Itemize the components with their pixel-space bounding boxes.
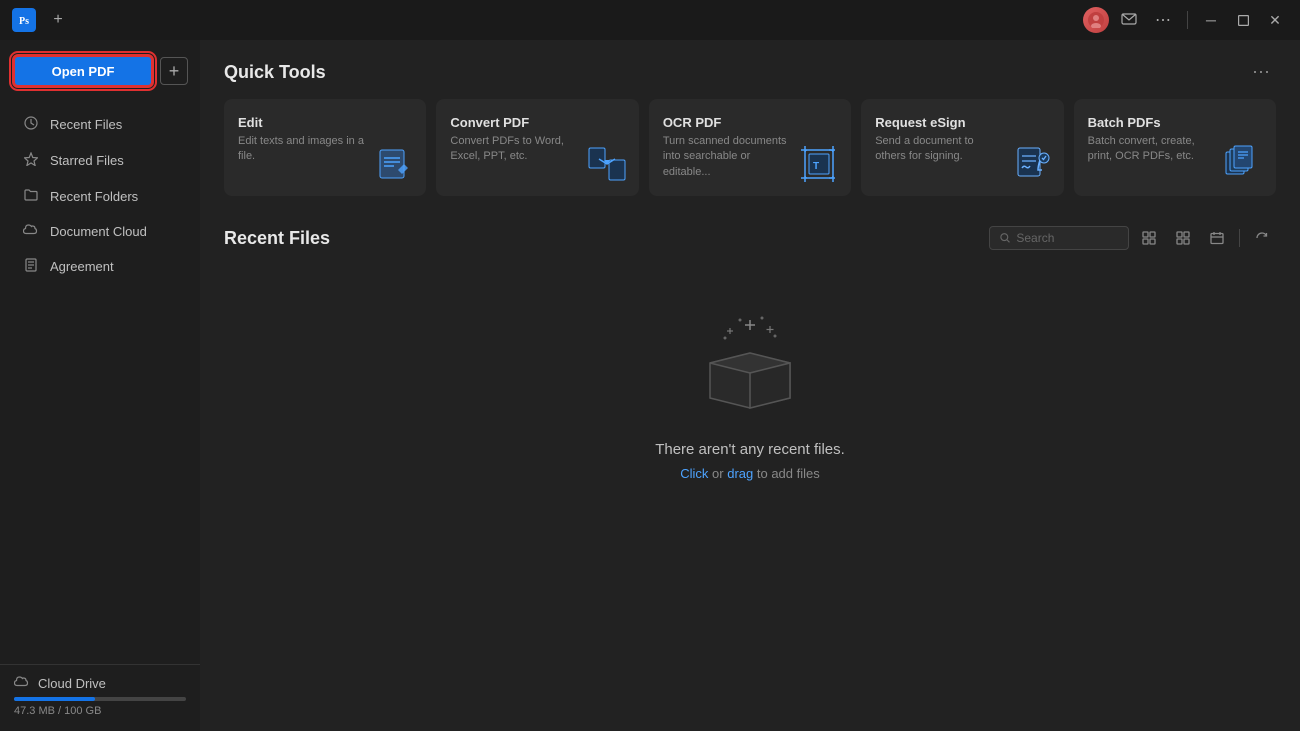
open-pdf-button[interactable]: Open PDF bbox=[12, 54, 154, 88]
app-logo: Ps bbox=[12, 8, 36, 32]
tool-card-batch[interactable]: Batch PDFs Batch convert, create, print,… bbox=[1074, 99, 1276, 196]
tool-card-edit[interactable]: Edit Edit texts and images in a file. bbox=[224, 99, 426, 196]
recent-files-header: Recent Files bbox=[224, 224, 1276, 252]
sidebar: Open PDF + Recent Files bbox=[0, 40, 200, 731]
restore-button[interactable] bbox=[1230, 7, 1256, 33]
agreement-label: Agreement bbox=[50, 259, 114, 274]
batch-tool-title: Batch PDFs bbox=[1088, 115, 1262, 130]
search-box[interactable] bbox=[989, 226, 1129, 250]
list-view-icon bbox=[1142, 231, 1156, 245]
refresh-button[interactable] bbox=[1248, 224, 1276, 252]
titlebar-right: ⋯ ─ ✕ bbox=[1083, 6, 1288, 34]
click-link[interactable]: Click bbox=[680, 466, 708, 481]
convert-tool-title: Convert PDF bbox=[450, 115, 624, 130]
edit-tool-icon bbox=[372, 142, 416, 186]
ocr-tool-desc: Turn scanned documents into searchable o… bbox=[663, 134, 793, 180]
cloud-drive-row[interactable]: Cloud Drive bbox=[14, 675, 186, 691]
tool-card-convert[interactable]: Convert PDF Convert PDFs to Word, Excel,… bbox=[436, 99, 638, 196]
quick-tools-header: Quick Tools ⋯ bbox=[224, 60, 1276, 85]
batch-tool-desc: Batch convert, create, print, OCR PDFs, … bbox=[1088, 134, 1218, 165]
empty-state-title: There aren't any recent files. bbox=[655, 441, 845, 458]
add-button[interactable]: + bbox=[160, 57, 188, 85]
nav-items: Recent Files Starred Files Recent Fo bbox=[0, 100, 200, 664]
sidebar-item-document-cloud[interactable]: Document Cloud bbox=[6, 214, 194, 248]
message-icon-button[interactable] bbox=[1115, 6, 1143, 34]
agreement-icon bbox=[22, 258, 40, 275]
cloud-drive-label: Cloud Drive bbox=[38, 676, 106, 691]
add-files-text: to add files bbox=[753, 466, 820, 481]
document-cloud-label: Document Cloud bbox=[50, 224, 147, 239]
quick-tools-title: Quick Tools bbox=[224, 62, 326, 83]
quick-tools-grid: Edit Edit texts and images in a file. Co… bbox=[224, 99, 1276, 196]
recent-files-label: Recent Files bbox=[50, 117, 122, 132]
close-button[interactable]: ✕ bbox=[1262, 7, 1288, 33]
refresh-icon bbox=[1255, 231, 1269, 245]
ocr-tool-icon: T bbox=[797, 142, 841, 186]
grid-view-button[interactable] bbox=[1169, 224, 1197, 252]
storage-text: 47.3 MB / 100 GB bbox=[14, 705, 186, 717]
drag-link[interactable]: drag bbox=[727, 466, 753, 481]
ocr-tool-title: OCR PDF bbox=[663, 115, 837, 130]
recent-files-title: Recent Files bbox=[224, 228, 330, 249]
open-pdf-area: Open PDF + bbox=[0, 40, 200, 100]
search-input[interactable] bbox=[1016, 231, 1118, 245]
folder-icon bbox=[22, 188, 40, 204]
storage-bar bbox=[14, 697, 186, 701]
or-text: or bbox=[708, 466, 727, 481]
empty-icon bbox=[690, 308, 810, 423]
more-options-button[interactable]: ⋯ bbox=[1149, 6, 1177, 34]
quick-tools-more-button[interactable]: ⋯ bbox=[1246, 60, 1276, 85]
content-area: Quick Tools ⋯ Edit Edit texts and images… bbox=[200, 40, 1300, 731]
esign-tool-title: Request eSign bbox=[875, 115, 1049, 130]
batch-tool-icon bbox=[1222, 142, 1266, 186]
main-layout: Open PDF + Recent Files bbox=[0, 40, 1300, 731]
cloud-icon bbox=[22, 223, 40, 239]
clock-icon bbox=[22, 116, 40, 133]
minimize-button[interactable]: ─ bbox=[1198, 7, 1224, 33]
toolbar-divider bbox=[1239, 229, 1240, 247]
titlebar-divider bbox=[1187, 11, 1188, 29]
recent-files-toolbar bbox=[989, 224, 1276, 252]
sidebar-item-recent-files[interactable]: Recent Files bbox=[6, 107, 194, 142]
star-icon bbox=[22, 152, 40, 169]
open-pdf-label: Open PDF bbox=[52, 64, 115, 79]
titlebar-left: Ps + bbox=[12, 6, 72, 34]
esign-tool-icon bbox=[1010, 142, 1054, 186]
storage-fill bbox=[14, 697, 95, 701]
list-view-button[interactable] bbox=[1135, 224, 1163, 252]
empty-state: There aren't any recent files. Click or … bbox=[224, 268, 1276, 541]
grid-view-icon bbox=[1176, 231, 1190, 245]
calendar-icon bbox=[1210, 231, 1224, 245]
calendar-view-button[interactable] bbox=[1203, 224, 1231, 252]
svg-text:T: T bbox=[813, 161, 819, 172]
convert-tool-desc: Convert PDFs to Word, Excel, PPT, etc. bbox=[450, 134, 580, 165]
add-tab-button[interactable]: + bbox=[44, 6, 72, 34]
tool-card-ocr[interactable]: OCR PDF Turn scanned documents into sear… bbox=[649, 99, 851, 196]
convert-tool-icon bbox=[585, 142, 629, 186]
search-icon bbox=[1000, 232, 1010, 244]
sidebar-footer: Cloud Drive 47.3 MB / 100 GB bbox=[0, 664, 200, 731]
sidebar-item-agreement[interactable]: Agreement bbox=[6, 249, 194, 284]
edit-tool-title: Edit bbox=[238, 115, 412, 130]
empty-state-subtitle: Click or drag to add files bbox=[680, 466, 820, 481]
avatar bbox=[1083, 7, 1109, 33]
sidebar-item-starred-files[interactable]: Starred Files bbox=[6, 143, 194, 178]
recent-folders-label: Recent Folders bbox=[50, 189, 138, 204]
titlebar: Ps + ⋯ ─ ✕ bbox=[0, 0, 1300, 40]
edit-tool-desc: Edit texts and images in a file. bbox=[238, 134, 368, 165]
starred-files-label: Starred Files bbox=[50, 153, 124, 168]
sidebar-item-recent-folders[interactable]: Recent Folders bbox=[6, 179, 194, 213]
esign-tool-desc: Send a document to others for signing. bbox=[875, 134, 1005, 165]
cloud-drive-icon bbox=[14, 675, 30, 691]
tool-card-esign[interactable]: Request eSign Send a document to others … bbox=[861, 99, 1063, 196]
add-label: + bbox=[169, 61, 180, 82]
svg-text:Ps: Ps bbox=[19, 16, 29, 27]
